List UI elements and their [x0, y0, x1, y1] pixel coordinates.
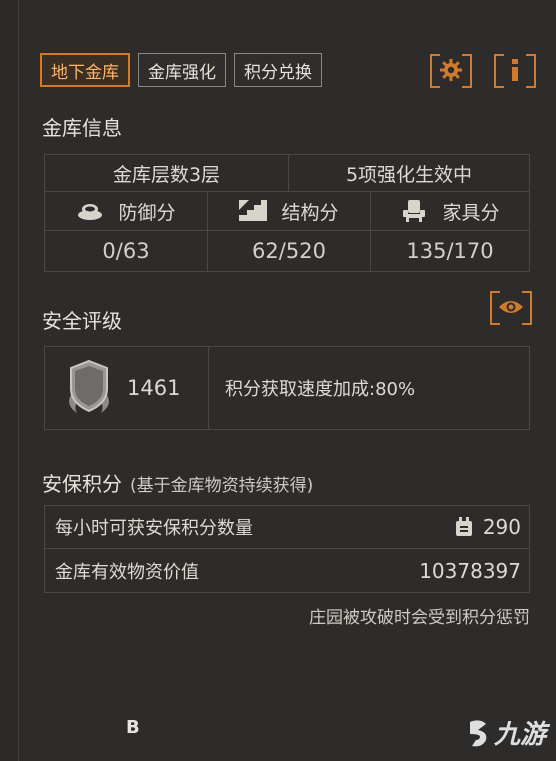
- eye-icon: [499, 301, 523, 313]
- vault-info-table: 金库层数3层 5项强化生效中 防御分 结构分 家具分 0/63 62/520 1…: [44, 154, 530, 272]
- tab-vault-upgrade[interactable]: 金库强化: [138, 53, 226, 87]
- vault-value: 10378397: [419, 558, 521, 583]
- bracket-right: [462, 54, 472, 88]
- defense-label: 防御分: [118, 201, 176, 224]
- tab-bar: 地下金库 金库强化 积分兑换: [40, 53, 322, 87]
- bracket-left: [490, 291, 500, 325]
- safety-rating-box: B 1461 积分获取速度加成:80%: [44, 346, 530, 738]
- points-icon: [455, 517, 472, 536]
- hourly-points-value: 290: [482, 515, 521, 539]
- vault-summary-row: 金库层数3层 5项强化生效中: [45, 155, 529, 192]
- hourly-points-label: 每小时可获安保积分数量: [55, 518, 253, 539]
- info-icon: [512, 59, 518, 81]
- tab-points-exchange[interactable]: 积分兑换: [234, 53, 322, 87]
- vault-info-title: 金库信息: [42, 116, 122, 140]
- structure-label: 结构分: [281, 201, 339, 224]
- furniture-value: 135/170: [406, 239, 494, 263]
- chair-icon: [403, 200, 426, 222]
- vault-upgrades-active: 5项强化生效中: [345, 163, 473, 186]
- vault-floors: 金库层数3层: [45, 155, 289, 191]
- bracket-left: [494, 54, 504, 88]
- info-button[interactable]: [494, 54, 536, 88]
- points-speed-bonus: 积分获取速度加成:80%: [225, 379, 416, 400]
- structure-value: 62/520: [208, 231, 371, 271]
- rating-grade-cell: B 1461: [45, 347, 209, 738]
- furniture-label-cell: 家具分: [371, 192, 529, 230]
- gear-icon: [440, 59, 462, 81]
- rank-badge-icon: [69, 359, 109, 413]
- vault-value-label: 金库有效物资价值: [55, 561, 199, 583]
- rank-grade: B: [126, 717, 140, 738]
- defense-value: 0/63: [45, 231, 208, 271]
- bracket-right: [522, 291, 532, 325]
- security-points-table: 每小时可获安保积分数量 290 金库有效物资价值 10378397: [44, 505, 530, 593]
- bracket-right: [526, 54, 536, 88]
- structure-label-cell: 结构分: [208, 192, 371, 230]
- watermark-text: 九游: [493, 720, 546, 750]
- stairs-icon: [239, 200, 268, 221]
- defense-label-cell: 防御分: [45, 192, 208, 230]
- furniture-label: 家具分: [442, 201, 500, 224]
- stat-labels-row: 防御分 结构分 家具分: [45, 192, 529, 231]
- watermark: 九游: [466, 714, 546, 751]
- watermark-logo-icon: [469, 719, 487, 746]
- security-points-header: 安保积分 (基于金库物资持续获得): [42, 468, 313, 497]
- penalty-note: 庄园被攻破时会受到积分惩罚: [309, 608, 530, 628]
- rating-score: 1461: [127, 376, 181, 400]
- stat-values-row: 0/63 62/520 135/170: [45, 231, 529, 271]
- view-rating-button[interactable]: [490, 291, 532, 325]
- hourly-points-row: 每小时可获安保积分数量 290: [45, 506, 529, 549]
- hourly-points-value-group: 290: [453, 515, 521, 539]
- security-points-subtitle: (基于金库物资持续获得): [130, 476, 314, 496]
- settings-button[interactable]: [430, 54, 472, 88]
- defense-icon: [78, 204, 103, 220]
- safety-rating-title: 安全评级: [42, 309, 122, 333]
- security-points-title: 安保积分: [42, 472, 122, 496]
- bracket-left: [430, 54, 440, 88]
- vault-value-row: 金库有效物资价值 10378397: [45, 549, 529, 592]
- tab-underground-vault[interactable]: 地下金库: [40, 53, 130, 87]
